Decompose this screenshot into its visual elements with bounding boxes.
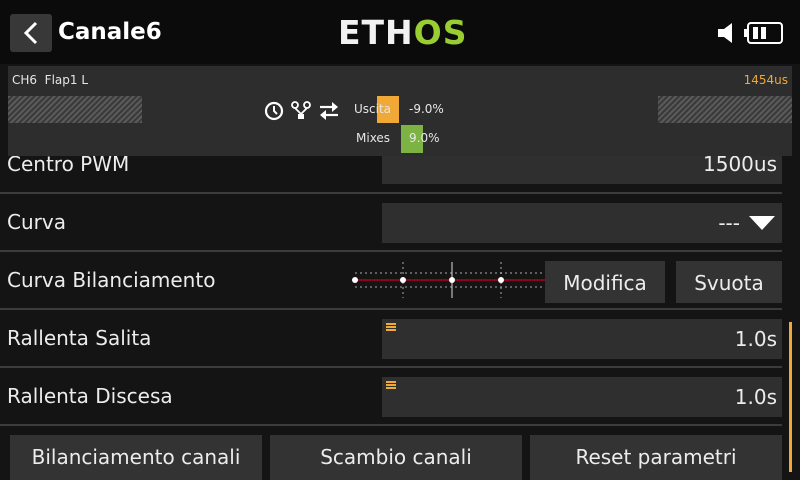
back-button[interactable] xyxy=(10,14,52,52)
divider xyxy=(0,192,782,194)
range-limit-left xyxy=(8,96,142,123)
ethos-logo: ETHOS xyxy=(338,13,468,52)
curve-select[interactable]: --- xyxy=(382,203,782,243)
output-value: -9.0% xyxy=(409,102,444,116)
swap-icon xyxy=(320,102,338,120)
output-label: Uscita xyxy=(354,102,392,116)
balance-curve-label: Curva Bilanciamento xyxy=(7,268,216,292)
channel-name: CH6 Flap1 L xyxy=(12,73,89,87)
battery-icon[interactable] xyxy=(744,22,784,44)
page-title: Canale6 xyxy=(58,19,162,45)
divider xyxy=(0,424,782,426)
reset-parameters-button[interactable]: Reset parametri xyxy=(530,435,782,480)
tree-icon xyxy=(291,101,311,119)
mixes-label: Mixes xyxy=(356,131,391,145)
pulse-value: 1454us xyxy=(743,73,788,87)
divider xyxy=(0,250,782,252)
edit-curve-label: Modifica xyxy=(563,271,647,295)
menu-lines-icon xyxy=(386,323,396,331)
menu-lines-icon xyxy=(386,381,396,389)
settings-list: Centro PWM 1500us Curva --- Curva Bilanc… xyxy=(0,156,800,480)
mixes-value: 9.0% xyxy=(409,131,440,145)
clear-curve-button[interactable]: Svuota xyxy=(676,261,782,303)
speaker-icon[interactable] xyxy=(716,22,740,44)
range-limit-right xyxy=(658,96,792,123)
channel-monitor: CH6 Flap1 L 1454us Uscita -9.0% Mixes 9.… xyxy=(8,66,792,156)
reset-parameters-label: Reset parametri xyxy=(575,445,737,469)
clear-curve-label: Svuota xyxy=(694,271,764,295)
curve-value: --- xyxy=(718,211,740,235)
balance-channels-label: Bilanciamento canali xyxy=(31,445,241,469)
edit-curve-button[interactable]: Modifica xyxy=(545,261,665,303)
slow-down-field[interactable]: 1.0s xyxy=(382,377,782,417)
title-bar: Canale6 ETHOS xyxy=(0,0,800,64)
slow-up-value: 1.0s xyxy=(734,327,777,351)
slow-down-value: 1.0s xyxy=(734,385,777,409)
chevron-down-icon xyxy=(749,216,775,230)
slow-down-label: Rallenta Discesa xyxy=(7,384,173,408)
curve-label: Curva xyxy=(7,210,66,234)
divider xyxy=(0,308,782,310)
pwm-center-label: Centro PWM xyxy=(7,156,130,176)
balance-curve-preview xyxy=(352,262,552,298)
pwm-center-field[interactable]: 1500us xyxy=(382,156,782,184)
pwm-center-value: 1500us xyxy=(703,156,777,176)
slow-up-field[interactable]: 1.0s xyxy=(382,319,782,359)
back-arrow-icon xyxy=(23,21,38,45)
balance-channels-button[interactable]: Bilanciamento canali xyxy=(10,435,262,480)
divider xyxy=(0,366,782,368)
swap-channels-label: Scambio canali xyxy=(320,445,472,469)
slow-up-label: Rallenta Salita xyxy=(7,326,152,350)
scrollbar[interactable] xyxy=(789,322,792,472)
swap-channels-button[interactable]: Scambio canali xyxy=(270,435,522,480)
clock-icon xyxy=(264,101,284,121)
